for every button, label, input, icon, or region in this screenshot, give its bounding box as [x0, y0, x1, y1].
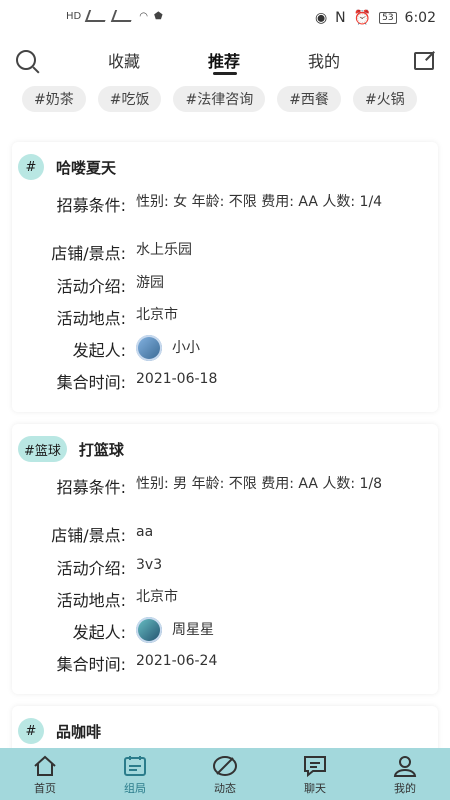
- avatar[interactable]: [136, 335, 162, 361]
- sim-icon: HD: [66, 10, 82, 22]
- initiator-row: 发起人: 小小: [12, 335, 438, 361]
- nav-chat[interactable]: 聊天: [270, 748, 360, 800]
- tag-milk-tea[interactable]: #奶茶: [22, 86, 86, 112]
- category-badge: #篮球: [18, 436, 67, 462]
- nav-label: 聊天: [304, 782, 326, 795]
- time-row: 集合时间: 2021-06-18: [12, 369, 438, 393]
- card-title: 哈喽夏天: [56, 158, 117, 177]
- activity-card[interactable]: #篮球 打篮球 招募条件: 性别: 男 年龄: 不限 费用: AA 人数: 1/…: [12, 424, 438, 694]
- profile-icon: [393, 756, 417, 777]
- battery-icon: 53: [379, 12, 397, 24]
- status-right: ◉ N ⏰ 53 6:02: [315, 10, 436, 26]
- category-badge: #: [18, 154, 44, 180]
- card-header: # 品咖啡: [18, 718, 101, 744]
- initiator-value[interactable]: 周星星: [136, 617, 416, 643]
- activity-card[interactable]: # 哈喽夏天 招募条件: 性别: 女 年龄: 不限 费用: AA 人数: 1/4…: [12, 142, 438, 412]
- eye-icon: ◉: [314, 10, 328, 26]
- field-value: 水上乐园: [136, 242, 192, 258]
- category-badge: #: [18, 718, 44, 744]
- tag-bar: #奶茶 #吃饭 #法律咨询 #西餐 #火锅: [0, 86, 450, 126]
- tab-favorites[interactable]: 收藏: [108, 48, 140, 72]
- status-left: HD ◠ ⬟: [66, 10, 163, 22]
- field-label: 发起人:: [72, 341, 126, 360]
- chat-icon: [304, 756, 326, 778]
- nav-moments[interactable]: 动态: [180, 748, 270, 800]
- field-value: 性别: 男 年龄: 不限 费用: AA 人数: 1/8: [136, 476, 383, 492]
- search-icon[interactable]: [16, 50, 36, 70]
- place-row: 活动地点: 北京市: [12, 587, 438, 611]
- wifi-icon: ◠: [139, 10, 148, 22]
- calendar-icon: [124, 756, 146, 776]
- initiator-value[interactable]: 小小: [136, 335, 416, 361]
- nav-label: 首页: [34, 782, 56, 795]
- field-label: 活动地点:: [56, 591, 126, 610]
- nav-profile[interactable]: 我的: [360, 748, 450, 800]
- recruit-row: 招募条件: 性别: 女 年龄: 不限 费用: AA 人数: 1/4: [12, 192, 438, 216]
- nav-label: 我的: [394, 782, 416, 795]
- field-value: 2021-06-18: [136, 371, 218, 387]
- field-label: 招募条件:: [56, 478, 126, 497]
- shield-icon: ⬟: [153, 10, 163, 22]
- store-row: 店铺/景点: aa: [12, 522, 438, 546]
- alarm-icon: ⏰: [353, 10, 372, 26]
- field-label: 招募条件:: [56, 196, 126, 215]
- leaf-icon: [213, 756, 237, 776]
- nav-home[interactable]: 首页: [0, 748, 90, 800]
- tag-eat[interactable]: #吃饭: [97, 86, 162, 112]
- edit-icon[interactable]: [414, 52, 434, 70]
- field-value: 3v3: [136, 557, 163, 573]
- bottom-nav: 首页 组局 动态 聊天 我的: [0, 748, 450, 800]
- card-title: 品咖啡: [56, 722, 102, 741]
- nav-label: 动态: [214, 782, 236, 795]
- nav-group[interactable]: 组局: [90, 748, 180, 800]
- field-value: 性别: 女 年龄: 不限 费用: AA 人数: 1/4: [136, 194, 383, 210]
- field-label: 发起人:: [72, 623, 126, 642]
- nav-label: 组局: [124, 782, 146, 795]
- active-tab-indicator: [213, 72, 237, 75]
- nfc-icon: N: [335, 10, 346, 26]
- status-bar: HD ◠ ⬟ ◉ N ⏰ 53 6:02: [0, 0, 450, 40]
- tag-western[interactable]: #西餐: [277, 86, 341, 112]
- time-row: 集合时间: 2021-06-24: [12, 651, 438, 675]
- intro-row: 活动介绍: 游园: [12, 273, 438, 297]
- field-value: aa: [136, 524, 154, 540]
- signal-icon: [85, 10, 110, 22]
- initiator-row: 发起人: 周星星: [12, 617, 438, 643]
- tag-legal[interactable]: #法律咨询: [173, 86, 266, 112]
- field-value: 北京市: [136, 307, 178, 323]
- store-row: 店铺/景点: 水上乐园: [12, 240, 438, 264]
- card-header: # 哈喽夏天: [18, 154, 116, 180]
- field-value: 游园: [136, 275, 164, 291]
- field-label: 集合时间:: [56, 373, 126, 392]
- initiator-name: 周星星: [172, 622, 214, 638]
- signal-icon-2: [111, 10, 136, 22]
- tab-recommend[interactable]: 推荐: [208, 48, 240, 72]
- field-label: 店铺/景点:: [51, 244, 126, 263]
- intro-row: 活动介绍: 3v3: [12, 555, 438, 579]
- top-nav: 收藏 推荐 我的: [0, 40, 450, 80]
- avatar[interactable]: [136, 617, 162, 643]
- home-icon: [34, 755, 56, 776]
- tag-hotpot[interactable]: #火锅: [352, 86, 417, 112]
- field-label: 活动地点:: [56, 309, 126, 328]
- recruit-row: 招募条件: 性别: 男 年龄: 不限 费用: AA 人数: 1/8: [12, 474, 438, 498]
- initiator-name: 小小: [172, 340, 200, 356]
- card-header: #篮球 打篮球: [18, 436, 124, 462]
- field-label: 活动介绍:: [56, 277, 126, 296]
- clock: 6:02: [404, 10, 436, 26]
- field-value: 北京市: [136, 589, 178, 605]
- card-title: 打篮球: [78, 440, 124, 459]
- field-value: 2021-06-24: [136, 653, 218, 669]
- field-label: 活动介绍:: [56, 559, 126, 578]
- field-label: 集合时间:: [56, 655, 126, 674]
- tab-mine[interactable]: 我的: [308, 48, 340, 72]
- field-label: 店铺/景点:: [51, 526, 126, 545]
- place-row: 活动地点: 北京市: [12, 305, 438, 329]
